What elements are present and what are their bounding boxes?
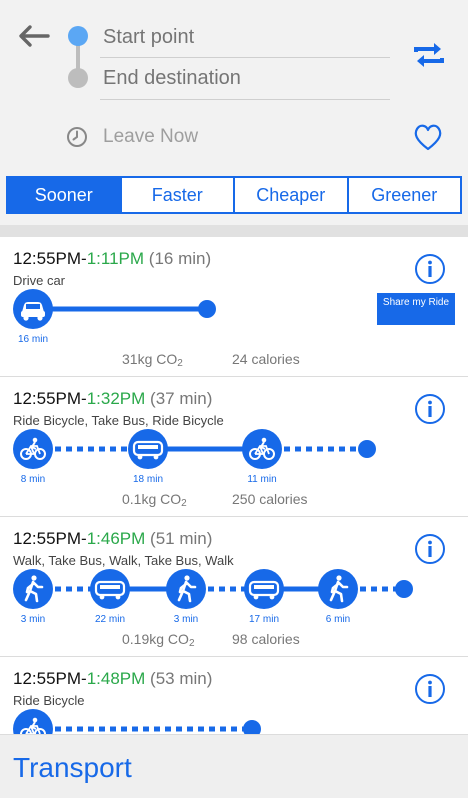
segment-duration: 11 min <box>247 474 277 485</box>
leave-time-selector[interactable]: Leave Now <box>103 126 198 148</box>
transport-title[interactable]: Transport <box>13 752 132 784</box>
car-icon <box>13 289 53 329</box>
start-point-input[interactable] <box>100 17 390 57</box>
bicycle-icon <box>13 429 53 469</box>
co2-emission: 0.19kg CO2 <box>122 631 195 649</box>
clock-icon <box>67 127 87 147</box>
bus-icon <box>128 429 168 469</box>
tab-faster[interactable]: Faster <box>122 178 235 212</box>
segment-duration: 18 min <box>132 474 164 485</box>
walk-icon <box>318 569 358 609</box>
sort-tabs: Sooner Faster Cheaper Greener <box>6 176 462 214</box>
bus-icon <box>244 569 284 609</box>
swap-icon[interactable] <box>412 40 446 70</box>
walk-icon <box>13 569 53 609</box>
route-card[interactable]: 12:55PM-1:11PM (16 min) Drive car Share my… <box>0 237 468 377</box>
destination-dot <box>198 300 216 318</box>
segment-duration: 16 min <box>17 334 49 345</box>
calories-burned: 250 calories <box>232 491 308 507</box>
segment-duration: 3 min <box>173 614 199 625</box>
destination-dot <box>395 580 413 598</box>
segment-duration: 17 min <box>248 614 280 625</box>
tab-greener[interactable]: Greener <box>349 178 461 212</box>
route-card[interactable]: 12:55PM-1:32PM (37 min) Ride Bicycle, Tak… <box>0 377 468 517</box>
end-field-underline <box>100 99 390 100</box>
route-planner-header: Leave Now Sooner Faster Cheaper Greener <box>0 0 468 225</box>
calories-burned: 98 calories <box>232 631 300 647</box>
co2-value: 31kg CO <box>122 351 178 367</box>
segment-duration: 22 min <box>94 614 126 625</box>
segment-duration: 3 min <box>20 614 46 625</box>
tab-sooner[interactable]: Sooner <box>8 178 122 212</box>
co2-value: 0.19kg CO <box>122 631 189 647</box>
bottom-bar: Transport <box>0 734 468 798</box>
calories-burned: 24 calories <box>232 351 300 367</box>
route-card[interactable]: 12:55PM-1:46PM (51 min) Walk, Take Bus, W… <box>0 517 468 657</box>
co2-emission: 0.1kg CO2 <box>122 491 187 509</box>
back-arrow-icon[interactable] <box>14 20 54 52</box>
co2-value: 0.1kg CO <box>122 491 182 507</box>
segment-duration: 8 min <box>20 474 46 485</box>
tab-cheaper[interactable]: Cheaper <box>235 178 349 212</box>
co2-subscript: 2 <box>181 498 187 509</box>
favorite-heart-icon[interactable] <box>412 122 444 152</box>
destination-dot <box>358 440 376 458</box>
end-point-dot <box>68 68 88 88</box>
co2-subscript: 2 <box>177 358 183 369</box>
section-divider <box>0 225 468 237</box>
start-point-dot <box>68 26 88 46</box>
bicycle-icon <box>242 429 282 469</box>
bus-icon <box>90 569 130 609</box>
segment-duration: 6 min <box>325 614 351 625</box>
walk-icon <box>166 569 206 609</box>
co2-subscript: 2 <box>188 638 195 649</box>
co2-emission: 31kg CO2 <box>122 351 183 369</box>
end-destination-input[interactable] <box>100 58 390 98</box>
